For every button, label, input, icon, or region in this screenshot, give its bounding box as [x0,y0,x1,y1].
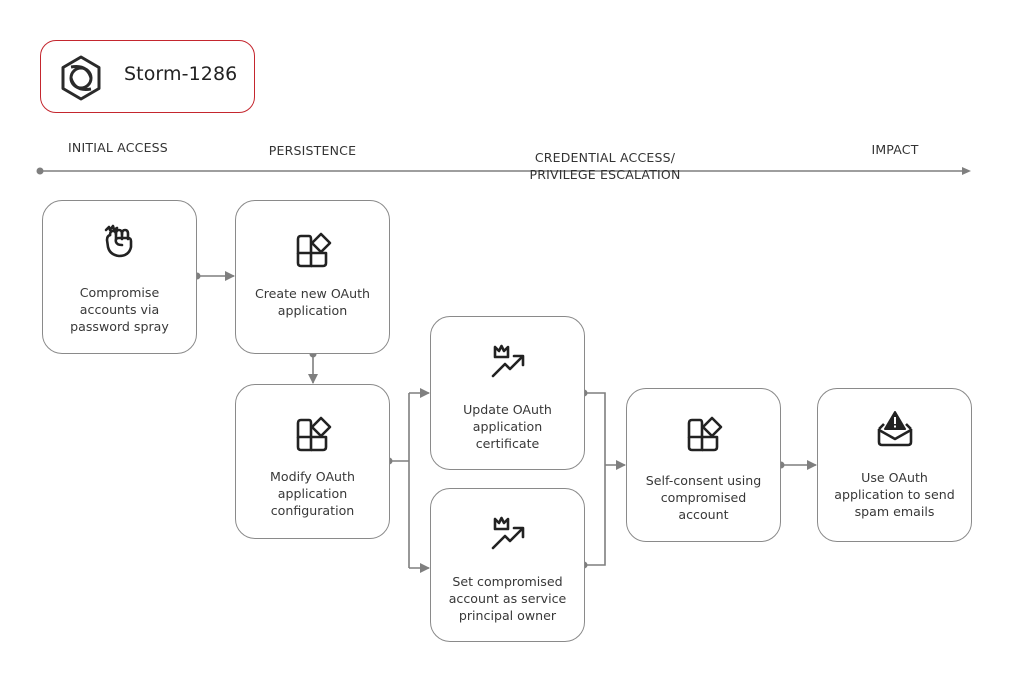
node-label: Use OAuth application to send spam email… [834,470,955,519]
node-update-cert: Update OAuth application certificate [430,316,585,470]
node-self-consent: Self-consent using compromised account [626,388,781,542]
phase-impact: IMPACT [871,142,919,157]
node-label: Create new OAuth application [254,286,371,318]
edge-merge-to-self-consent [580,389,626,569]
app-grid-icon [296,232,331,268]
node-label: Update OAuth application certificate [463,402,552,451]
node-create-oauth: Create new OAuth application [235,200,390,354]
edge-self-consent-to-spam [777,460,817,470]
threat-actor-badge: Storm-1286 [40,40,255,113]
node-spam: Use OAuth application to send spam email… [817,388,972,542]
hexagon-ring-icon [61,55,101,101]
edge-create-to-modify [308,350,318,384]
app-grid-icon [296,416,331,452]
node-label: Modify OAuth application configuration [270,469,355,518]
timeline-arrowhead [962,167,971,175]
fist-icon [104,224,132,258]
node-label: Self-consent using compromised account [645,473,762,522]
threat-actor-name: Storm-1286 [124,63,238,85]
phase-credential-access: CREDENTIAL ACCESS/ PRIVILEGE ESCALATION [529,150,681,182]
phase-initial-access: INITIAL ACCESS [68,140,168,155]
node-label: Set compromised account as service princ… [448,574,567,623]
edge-spray-to-create [193,271,235,281]
node-modify-oauth: Modify OAuth application configuration [235,384,390,539]
node-password-spray: Compromise accounts via password spray [42,200,197,354]
crown-trend-icon [491,344,524,378]
node-label: Compromise accounts via password spray [70,285,169,334]
phase-persistence: PERSISTENCE [268,143,357,158]
node-set-owner: Set compromised account as service princ… [430,488,585,642]
mail-warning-icon [877,411,912,447]
app-grid-icon [687,416,722,452]
crown-trend-icon [491,516,524,550]
edge-modify-branch [385,388,430,573]
